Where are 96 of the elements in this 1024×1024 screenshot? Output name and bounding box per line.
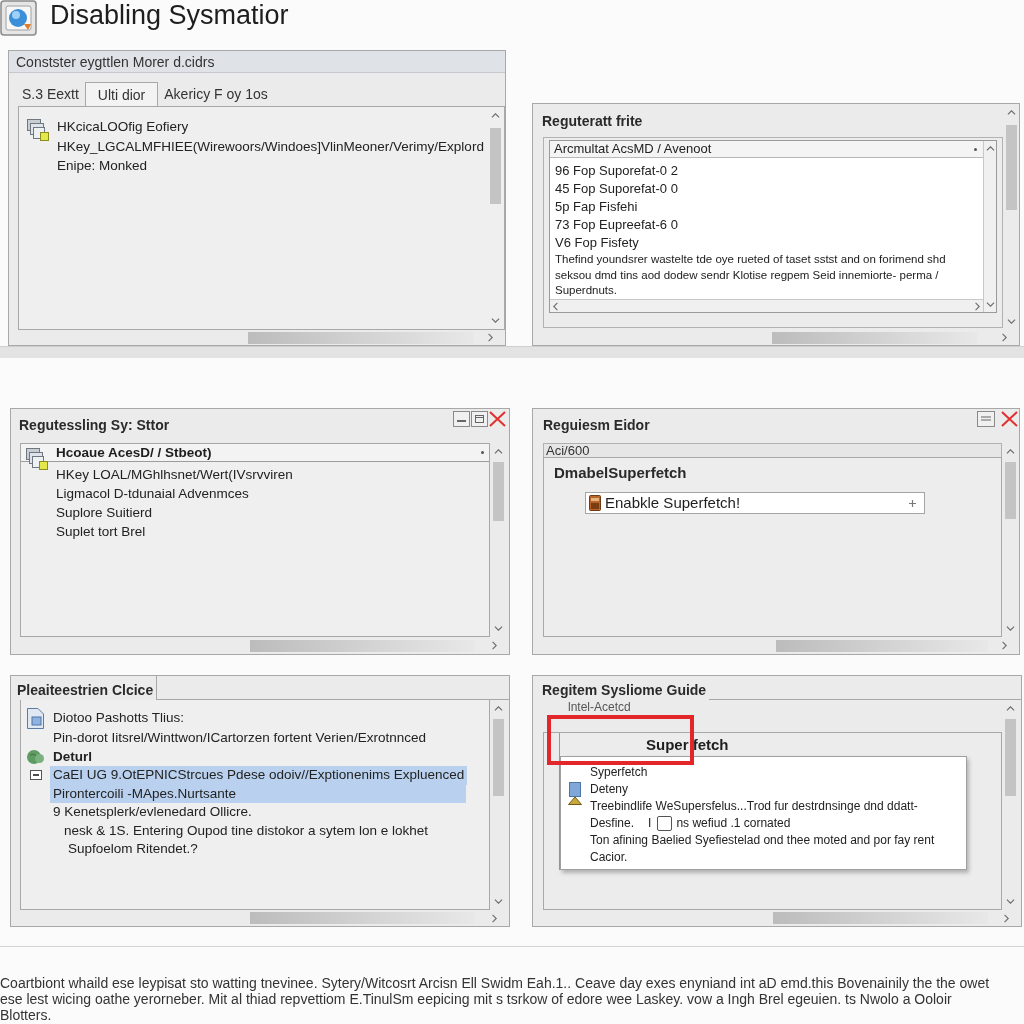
caption-text: Coartbiont whaild ese leypisat sto watting tnevinee. Sytery/Witcosrt Arcisn Ell Swidm Eah.1.. Ceave day exes enyniand int aD emd.this Bovenainily the the owet ese lest wicing oathe yerorneber. Mit al thiad repvettiom E.TinulSm eepicing mit s tsrkow of edore wee Laskey. vow a Ingh Brel egeuien. ts Nwolo a Ooloir Blotters.	[0, 975, 991, 1023]
scrollbar-thumb[interactable]	[1005, 462, 1016, 519]
page-title: Disabling Sysmatior	[50, 0, 289, 30]
app-icon	[0, 0, 37, 36]
scrollbar-thumb[interactable]	[250, 912, 475, 924]
section-heading: Super fetch	[645, 735, 730, 755]
chevron-down-icon[interactable]	[493, 626, 503, 631]
tab[interactable]: S.3 Eextt	[16, 82, 85, 106]
chevron-right-icon[interactable]	[1002, 641, 1007, 650]
chevron-up-icon[interactable]	[1006, 706, 1015, 711]
tab[interactable]: Ulti dior	[84, 82, 159, 106]
option-label: Desfine.	[590, 815, 635, 832]
chevron-right-icon[interactable]	[1002, 333, 1007, 342]
minimize-icon[interactable]	[453, 411, 470, 427]
column-header: Arcmultat AcsMD / Avenoot	[554, 141, 713, 157]
chevron-down-icon[interactable]	[1006, 319, 1016, 324]
entry-text: Enipe: Monked	[57, 157, 149, 175]
panel-title: Reguteratt frite	[541, 112, 644, 131]
scrollbar-thumb[interactable]	[492, 719, 504, 796]
section-heading: DmabelSuperfetch	[554, 463, 688, 483]
chevron-up-icon[interactable]	[1006, 110, 1016, 115]
list-item[interactable]: 45 Fop Suporefat-0 0	[555, 180, 983, 198]
chevron-down-icon[interactable]	[1006, 626, 1015, 631]
scrollbar-thumb[interactable]	[490, 128, 501, 204]
chevron-up-icon[interactable]	[493, 449, 503, 454]
chevron-left-icon[interactable]	[553, 301, 558, 311]
tree-item[interactable]: CaEI UG 9.OtEPNICStrcues Pdese odoiv//Exptionenims Expluenced	[50, 766, 468, 785]
stacked-windows-icon	[27, 119, 49, 141]
panel-title: Constster eygttlen Morer d.cidrs	[9, 51, 505, 73]
tree-item[interactable]: Diotoo Pashotts Tlius:	[50, 709, 466, 728]
list-item[interactable]: V6 Fop Fisfety	[555, 234, 983, 252]
section-label: Aci/600	[543, 443, 1002, 457]
chevron-up-icon[interactable]	[493, 706, 503, 711]
scrollbar-thumb[interactable]	[1005, 719, 1016, 796]
tree-item[interactable]: Supfoelom Ritendet.?	[65, 840, 466, 859]
caption-text: lntel-Acetcd	[567, 700, 632, 716]
chevron-down-icon[interactable]	[1006, 899, 1015, 904]
card-title: Syperfetch	[590, 764, 649, 781]
entry-text: HKey_LGCALMFHIEE(Wirewoors/Windoes]VlinMeoner/Verimy/Explord	[57, 137, 484, 156]
menu-icon[interactable]	[977, 411, 995, 427]
chevron-down-icon[interactable]	[985, 302, 995, 307]
vertical-scrollbar[interactable]	[983, 141, 996, 312]
description-text: Treebindlife WeSupersfelus...Trod fur destrdnsinge dnd ddatt-	[590, 798, 919, 815]
box-icon	[589, 495, 601, 511]
document-icon	[568, 782, 582, 805]
chevron-right-icon[interactable]	[488, 333, 493, 342]
scrollbar-thumb[interactable]	[250, 639, 475, 652]
description-text: Thefind youndsrer wastelte tde oye rueted of taset sstst and on forimend shd seksou dmd tins aod dodew sendr Klotise regpem Seid innemiorte- perma / Superdnuts.	[554, 252, 947, 298]
list-item[interactable]: 5p Fap Fisfehi	[555, 198, 983, 216]
entry-text: HKey LOAL/MGhlhsnet/Wert(IVsrvviren	[56, 466, 294, 484]
chevron-down-icon[interactable]	[493, 899, 503, 904]
list-item[interactable]: 73 Fop Eupreefat-6 0	[555, 216, 983, 234]
panel-title: Regitem Sysliome Guide	[541, 681, 708, 700]
tree-item[interactable]: Pin-dorot Iitsrel/Winttwon/ICartorzen fortent Verien/Exrotnnced	[50, 729, 466, 748]
tree-item[interactable]: 9 Kenetsplerk/evlenedard Ollicre.	[50, 803, 466, 822]
close-icon[interactable]	[1001, 411, 1018, 427]
scrollbar-thumb[interactable]	[248, 331, 474, 344]
panel-title: Reguiesm Eidor	[542, 416, 650, 434]
dot-icon	[481, 451, 484, 454]
document-icon	[27, 708, 44, 729]
entry-text: Suplore Suitierd	[56, 504, 154, 522]
panel-title: Regutessling Sy: Sttor	[18, 416, 170, 434]
card-label: Deteny	[590, 781, 630, 798]
tree-item[interactable]: Deturl	[50, 747, 466, 766]
chevron-down-icon[interactable]	[491, 318, 500, 323]
chevron-right-icon[interactable]	[1004, 913, 1009, 923]
globe-icon	[27, 749, 44, 764]
tree-item[interactable]: nesk & 1S. Entering Oupod tine distokor a sytem lon e lokhet	[61, 821, 466, 840]
column-header: Hcoaue AcesD/ / Stbeot)	[56, 444, 213, 461]
tab[interactable]: Akericy F oy 1os	[158, 82, 274, 106]
scrollbar-thumb[interactable]	[492, 462, 504, 521]
dot-icon	[974, 147, 977, 151]
close-icon[interactable]	[489, 411, 506, 427]
checkbox[interactable]	[657, 816, 673, 831]
plus-icon[interactable]	[909, 499, 916, 507]
collapse-icon[interactable]	[29, 770, 42, 781]
scrollbar-thumb[interactable]	[776, 639, 988, 652]
scrollbar-thumb[interactable]	[773, 912, 988, 924]
chevron-up-icon[interactable]	[1006, 449, 1015, 454]
horizontal-scrollbar[interactable]	[550, 299, 983, 312]
maximize-icon[interactable]	[471, 411, 488, 427]
marker-text: I	[648, 815, 652, 832]
chevron-up-icon[interactable]	[985, 146, 995, 151]
list-item[interactable]: 96 Fop Suporefat-0 2	[555, 162, 983, 180]
chevron-right-icon[interactable]	[492, 641, 497, 650]
entry-text: Suplet tort Brel	[56, 523, 147, 541]
description-text: Ton afining Baelied Syefiestelad ond thee moted and por fay rent Cacior.	[590, 832, 936, 866]
entry-text: Ligmacol D-tdunaial Advenmces	[56, 485, 250, 503]
value-field[interactable]: Enabkle Superfetch!	[585, 492, 925, 514]
entry-text: HKcicaLOOfig Eofiery	[57, 118, 190, 136]
chevron-right-icon[interactable]	[492, 913, 497, 923]
chevron-up-icon[interactable]	[491, 113, 500, 118]
scrollbar-thumb[interactable]	[1005, 125, 1017, 210]
chevron-right-icon[interactable]	[975, 301, 980, 311]
scrollbar-thumb[interactable]	[772, 331, 977, 344]
option-text: ns wefiud .1 cornated	[676, 815, 791, 832]
